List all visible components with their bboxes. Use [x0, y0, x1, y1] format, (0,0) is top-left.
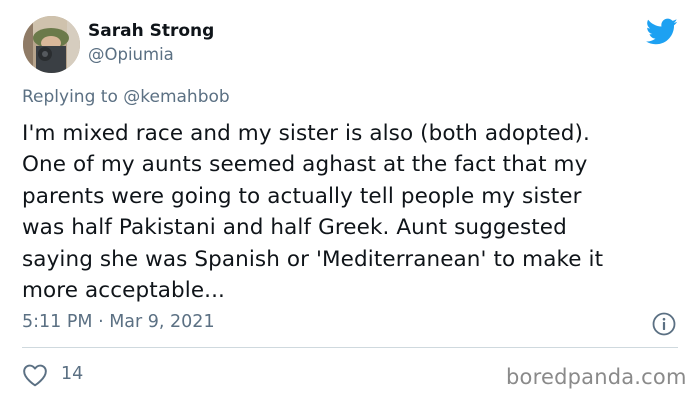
- avatar[interactable]: [23, 16, 80, 73]
- author-handle[interactable]: @Opiumia: [88, 45, 174, 64]
- tweet-timestamp[interactable]: 5:11 PM · Mar 9, 2021: [22, 312, 215, 332]
- avatar-photo: [23, 16, 80, 73]
- heart-icon[interactable]: [22, 363, 48, 387]
- reply-context: Replying to @kemahbob: [22, 87, 230, 107]
- tweet-text-line: was half Pakistani and half Greek. Aunt …: [22, 215, 567, 241]
- twitter-bird-icon[interactable]: [646, 18, 678, 46]
- info-icon[interactable]: [652, 312, 676, 336]
- tweet-text-line: One of my aunts seemed aghast at the fac…: [22, 152, 588, 178]
- reply-mention-link[interactable]: @kemahbob: [123, 87, 229, 107]
- reply-prefix: Replying to: [22, 87, 118, 107]
- tweet-text-line: more acceptable...: [22, 278, 225, 304]
- watermark: boredpanda.com: [506, 365, 687, 389]
- tweet-text-line: parents were going to actually tell peop…: [22, 183, 582, 209]
- author-name[interactable]: Sarah Strong: [88, 21, 214, 41]
- like-count: 14: [61, 364, 84, 384]
- tweet-text-line: saying she was Spanish or 'Mediterranean…: [22, 246, 604, 272]
- tweet-text-line: I'm mixed race and my sister is also (bo…: [22, 121, 590, 146]
- divider: [22, 347, 678, 348]
- tweet-text: I'm mixed race and my sister is also (bo…: [22, 118, 682, 306]
